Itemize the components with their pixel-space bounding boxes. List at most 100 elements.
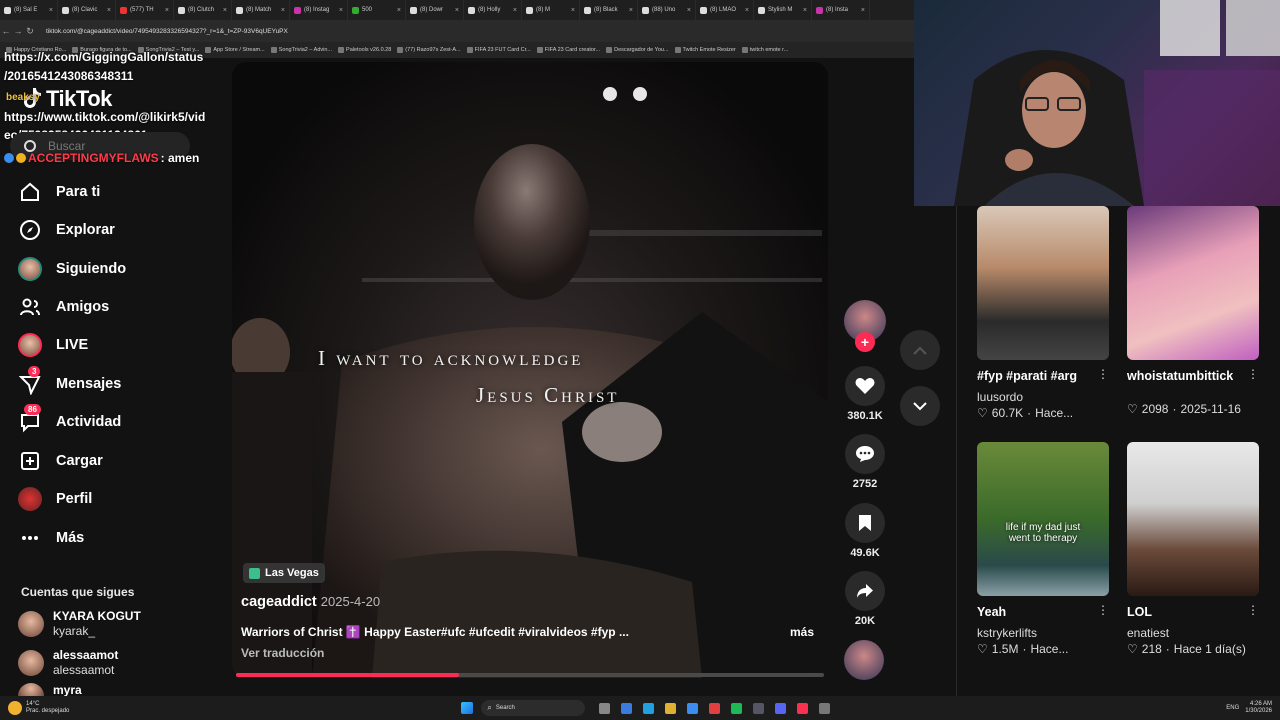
close-tab-icon[interactable]: × — [49, 7, 53, 14]
like-action[interactable]: 380.1K — [844, 366, 886, 422]
following-account[interactable]: KYARA KOGUT kyarak_ — [18, 606, 218, 642]
follow-plus-button[interactable]: + — [855, 332, 875, 352]
chrome-icon[interactable] — [709, 702, 721, 714]
browser-tab[interactable]: (88) Uno × — [638, 0, 696, 20]
recommended-user[interactable]: kstrykerlifts — [977, 626, 1037, 640]
spotify-icon[interactable] — [731, 702, 743, 714]
close-tab-icon[interactable]: × — [223, 7, 227, 14]
video-progress-bar[interactable] — [236, 673, 824, 677]
sidebar-item-actividad[interactable]: 86 Actividad — [18, 404, 208, 438]
next-video-button[interactable] — [900, 386, 940, 426]
more-options-icon[interactable]: ⋮ — [1247, 603, 1259, 617]
share-button[interactable] — [845, 571, 885, 611]
bookmark-item[interactable]: FIFA 23 Card creator... — [536, 47, 600, 53]
bookmark-item[interactable]: SongTrivia2 – Advin... — [270, 47, 332, 53]
settings-icon[interactable] — [819, 702, 831, 714]
back-icon[interactable]: ← — [0, 26, 12, 36]
tiktok-logo[interactable]: TikTok — [46, 86, 112, 112]
language-indicator[interactable]: ENG — [1226, 705, 1239, 711]
video-author[interactable]: cageaddict 2025-4-20 — [241, 594, 380, 610]
browser-tab[interactable]: (8) Black × — [580, 0, 638, 20]
bookmark-item[interactable]: Descargador de You... — [606, 47, 669, 53]
sidebar-item-para-ti[interactable]: Para ti — [18, 176, 208, 208]
bookmark-item[interactable]: twitch emote r... — [741, 47, 788, 53]
close-tab-icon[interactable]: × — [571, 7, 575, 14]
browser-tab[interactable]: (8) Clutch × — [174, 0, 232, 20]
sidebar-item-siguiendo[interactable]: Siguiendo — [18, 253, 208, 285]
following-account[interactable]: alessaamot alessaamot — [18, 645, 218, 681]
recommended-thumbnail[interactable] — [1127, 206, 1259, 360]
discord-icon[interactable] — [775, 702, 787, 714]
recommended-title[interactable]: LOL — [1127, 605, 1152, 619]
recommended-user[interactable]: enatiest — [1127, 626, 1169, 640]
close-tab-icon[interactable]: × — [107, 7, 111, 14]
browser-tab[interactable]: (8) Instag × — [290, 0, 348, 20]
recommended-title[interactable]: whoistatumbittick — [1127, 369, 1233, 383]
browser-tab[interactable]: (8) Insta × — [812, 0, 870, 20]
url-field[interactable]: tiktok.com/@cageaddict/video/74954932833… — [46, 28, 288, 35]
sidebar-item-perfil[interactable]: Perfil — [18, 483, 208, 515]
file-explorer-icon[interactable] — [621, 702, 633, 714]
translate-button[interactable]: Ver traducción — [241, 646, 324, 660]
bookmark-item[interactable]: Twitch Emote Resizer — [674, 47, 736, 53]
windows-start-icon[interactable] — [461, 702, 474, 714]
browser-tab[interactable]: (8) M × — [522, 0, 580, 20]
browser-tab[interactable]: (8) Clavic × — [58, 0, 116, 20]
browser-tab[interactable]: 500 × — [348, 0, 406, 20]
close-tab-icon[interactable]: × — [629, 7, 633, 14]
browser-tab[interactable]: (8) Dowr × — [406, 0, 464, 20]
sidebar-item-mensajes[interactable]: 3 Mensajes — [18, 366, 208, 400]
close-tab-icon[interactable]: × — [803, 7, 807, 14]
taskbar-search[interactable]: ⌕ Search — [481, 700, 586, 716]
close-tab-icon[interactable]: × — [397, 7, 401, 14]
browser-tab[interactable]: (8) Sal E × — [0, 0, 58, 20]
browser-tab[interactable]: (8) LMAO × — [696, 0, 754, 20]
close-tab-icon[interactable]: × — [281, 7, 285, 14]
bookmark-item[interactable]: App Store / Stream... — [205, 47, 265, 53]
recommended-title[interactable]: Yeah — [977, 605, 1006, 619]
reload-icon[interactable]: ↻ — [24, 26, 36, 37]
close-tab-icon[interactable]: × — [165, 7, 169, 14]
sidebar-item-explorar[interactable]: Explorar — [18, 214, 208, 246]
forward-icon[interactable]: → — [12, 26, 24, 36]
comment-button[interactable] — [845, 434, 885, 474]
folder-icon[interactable] — [665, 702, 677, 714]
close-tab-icon[interactable]: × — [861, 7, 865, 14]
following-account[interactable]: myra — [18, 683, 218, 697]
location-tag[interactable]: Las Vegas — [243, 563, 325, 583]
share-action[interactable]: 20K — [844, 571, 886, 627]
browser-tab[interactable]: Stylish M × — [754, 0, 812, 20]
bookmark-item[interactable]: FIFA 23 FUT Card Cr... — [466, 47, 531, 53]
sidebar-item-amigos[interactable]: Amigos — [18, 291, 208, 323]
sidebar-item-m-s[interactable]: Más — [18, 522, 208, 554]
music-icon[interactable] — [797, 702, 809, 714]
more-button[interactable]: más — [790, 625, 814, 639]
save-button[interactable] — [845, 503, 885, 543]
recommended-thumbnail[interactable]: life if my dad just went to therapy — [977, 442, 1109, 596]
previous-video-button[interactable] — [900, 330, 940, 370]
browser-tab[interactable]: (577) TH × — [116, 0, 174, 20]
comment-action[interactable]: 2752 — [844, 434, 886, 490]
close-tab-icon[interactable]: × — [513, 7, 517, 14]
clock[interactable]: 4:26 AM 1/30/2026 — [1245, 701, 1272, 715]
sidebar-item-live[interactable]: LIVE — [18, 329, 208, 361]
browser-tab[interactable]: (8) Holly × — [464, 0, 522, 20]
task-view-icon[interactable] — [599, 702, 611, 714]
author-name[interactable]: cageaddict — [241, 594, 317, 610]
bookmark-item[interactable]: (77) Razo97s Zest-A... — [397, 47, 461, 53]
more-options-icon[interactable]: ⋮ — [1097, 367, 1109, 381]
steam-icon[interactable] — [753, 702, 765, 714]
edge-icon[interactable] — [643, 702, 655, 714]
sidebar-item-cargar[interactable]: Cargar — [18, 445, 208, 477]
browser-tab[interactable]: (8) Match × — [232, 0, 290, 20]
close-tab-icon[interactable]: × — [745, 7, 749, 14]
close-tab-icon[interactable]: × — [339, 7, 343, 14]
close-tab-icon[interactable]: × — [455, 7, 459, 14]
like-button[interactable] — [845, 366, 885, 406]
save-action[interactable]: 49.6K — [844, 503, 886, 559]
more-options-icon[interactable]: ⋮ — [1097, 603, 1109, 617]
mail-icon[interactable] — [687, 702, 699, 714]
more-options-icon[interactable]: ⋮ — [1247, 367, 1259, 381]
recommended-thumbnail[interactable] — [977, 206, 1109, 360]
recommended-thumbnail[interactable] — [1127, 442, 1259, 596]
